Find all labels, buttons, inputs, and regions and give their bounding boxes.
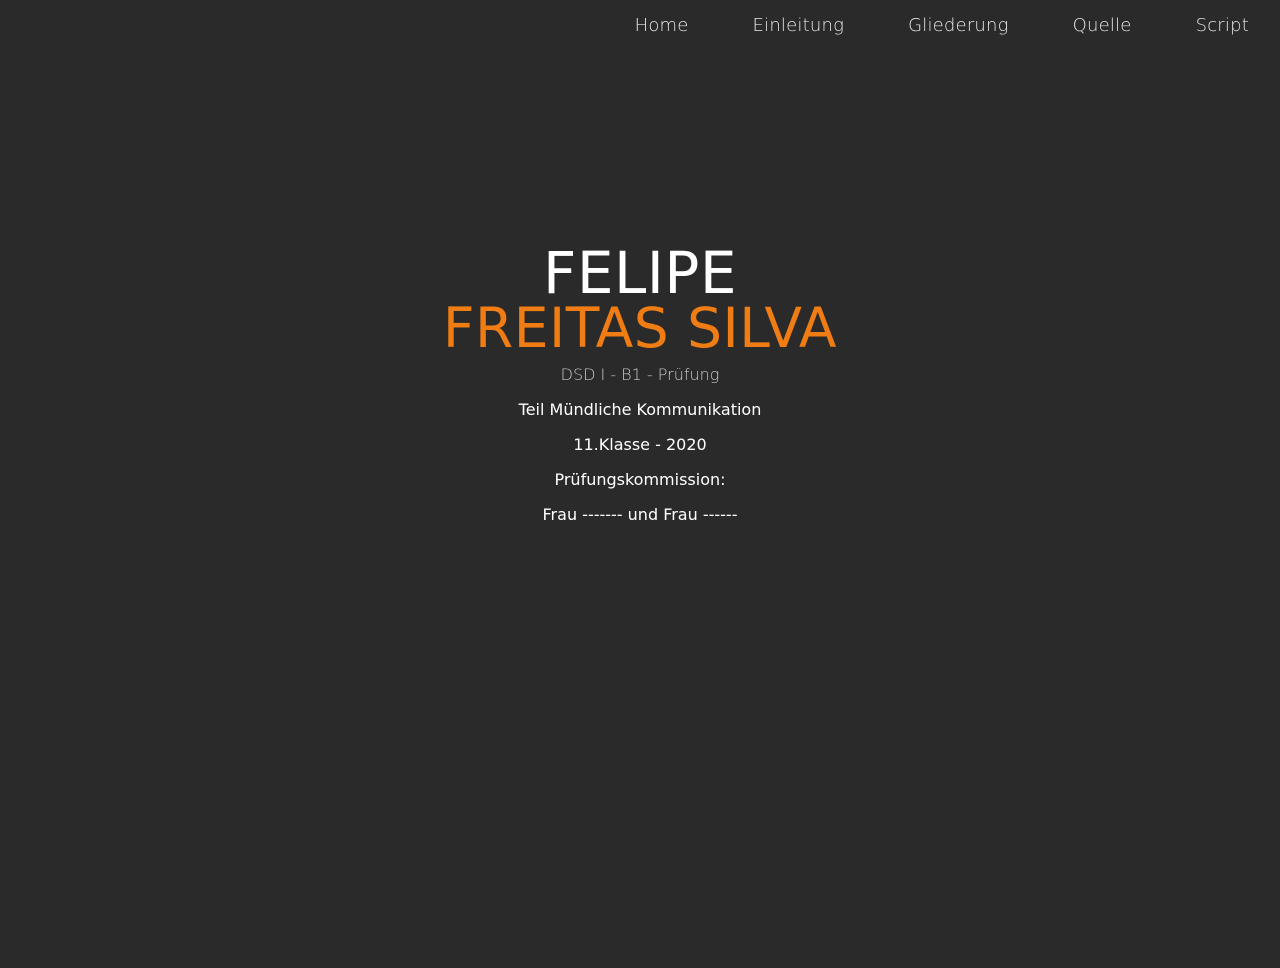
first-name-heading: FELIPE xyxy=(542,239,738,307)
last-name-heading: FREITAS SILVA xyxy=(442,296,838,360)
nav-item-einleitung[interactable]: Einleitung xyxy=(753,15,845,36)
nav-item-script[interactable]: Script xyxy=(1196,15,1249,36)
commission-label: Prüfungskommission: xyxy=(554,470,726,489)
nav-item-quelle[interactable]: Quelle xyxy=(1073,15,1132,36)
nav-item-home[interactable]: Home xyxy=(635,15,689,36)
page: Home Einleitung Gliederung Quelle Script… xyxy=(0,0,1280,968)
top-navigation: Home Einleitung Gliederung Quelle Script xyxy=(635,0,1280,50)
nav-item-gliederung[interactable]: Gliederung xyxy=(908,15,1009,36)
commission-names: Frau ------- und Frau ------ xyxy=(542,505,738,524)
exam-subtitle: DSD I - B1 - Prüfung xyxy=(560,365,720,384)
class-year-line: 11.Klasse - 2020 xyxy=(573,435,707,454)
hero-section: FELIPE FREITAS SILVA DSD I - B1 - Prüfun… xyxy=(0,244,1280,526)
exam-part-line: Teil Mündliche Kommunikation xyxy=(518,400,762,419)
